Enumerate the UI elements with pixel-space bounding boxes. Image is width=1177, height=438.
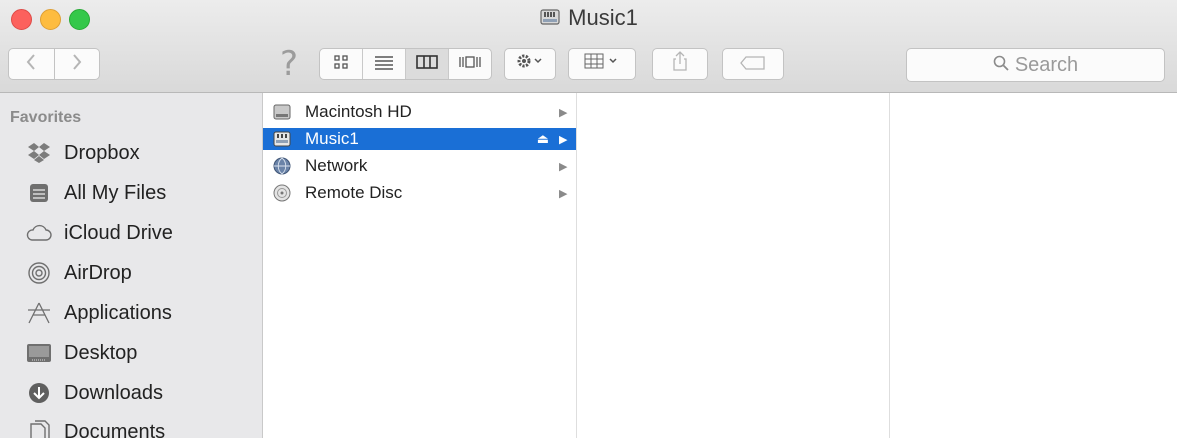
column-view-button[interactable] [405,49,448,79]
all-files-icon [26,180,52,206]
disclosure-arrow-icon: ▶ [559,187,568,200]
sidebar-item-dropbox[interactable]: Dropbox [26,138,140,168]
sidebar-item-documents[interactable]: Documents [26,417,165,438]
external-drive-icon [273,130,291,148]
list-item-label: Macintosh HD [305,102,412,121]
browser-column-3[interactable] [890,93,1177,438]
action-menu-button[interactable] [504,48,556,80]
dropbox-icon [26,140,52,166]
cover-flow-button[interactable] [448,49,491,79]
sidebar: Favorites Dropbox All My Files iCloud Dr… [0,93,263,438]
disc-icon [273,184,291,202]
list-item-label: Music1 [305,129,359,148]
external-drive-icon [539,8,561,34]
chevron-left-icon [25,50,37,78]
sidebar-item-airdrop[interactable]: AirDrop [26,258,132,288]
network-globe-icon [273,157,291,175]
disclosure-arrow-icon: ▶ [559,160,568,173]
column-view-icon [416,54,438,75]
window-title: Music1 [0,5,1177,34]
sidebar-item-label: Dropbox [64,141,140,164]
sidebar-item-label: Documents [64,420,166,438]
arrange-menu-button[interactable] [568,48,636,80]
list-item-label: Network [305,156,368,175]
sidebar-item-applications[interactable]: Applications [26,298,172,328]
sidebar-item-label: iCloud Drive [64,221,173,244]
tag-button[interactable] [722,48,784,80]
eject-icon[interactable]: ⏏ [537,131,549,147]
grid-arrange-icon [582,52,622,76]
airdrop-icon [26,260,52,286]
list-item-remote-disc[interactable]: Remote Disc ▶ [263,182,576,204]
share-icon [672,51,688,77]
desktop-icon [26,340,52,366]
tag-icon [740,53,766,76]
cover-flow-icon [458,54,482,75]
list-item-label: Remote Disc [305,183,403,202]
forward-button[interactable] [54,48,100,80]
sidebar-item-icloud-drive[interactable]: iCloud Drive [26,218,173,248]
back-forward-group [8,48,100,80]
downloads-icon [26,380,52,406]
sidebar-item-label: Desktop [64,341,138,364]
sidebar-item-label: AirDrop [64,261,132,284]
sidebar-item-downloads[interactable]: Downloads [26,378,163,408]
view-mode-group [319,48,492,80]
toolbar: Music1 ? Search [0,0,1177,93]
hard-drive-icon [273,103,291,121]
browser-column-2[interactable] [577,93,890,438]
search-placeholder: Search [1014,53,1079,76]
applications-icon [26,300,52,326]
finder-window: Music1 ? Search Favorites Dropbox All My… [0,0,1177,438]
search-field[interactable]: Search [906,48,1165,82]
chevron-right-icon [71,50,83,78]
list-item-macintosh-hd[interactable]: Macintosh HD ▶ [263,101,576,123]
sidebar-item-all-my-files[interactable]: All My Files [26,178,166,208]
search-icon [993,54,1009,77]
disclosure-arrow-icon: ▶ [559,133,568,146]
sidebar-item-label: Applications [64,301,172,324]
sidebar-section-favorites: Favorites [10,109,82,126]
cloud-icon [26,220,52,246]
list-view-button[interactable] [362,49,405,79]
window-title-text: Music1 [568,5,638,30]
back-button[interactable] [8,48,55,80]
list-item-network[interactable]: Network ▶ [263,155,576,177]
list-item-music1[interactable]: Music1 ⏏ ▶ [263,128,576,150]
icon-view-button[interactable] [320,49,362,79]
documents-icon [26,419,52,438]
gear-icon [515,52,545,76]
help-icon[interactable]: ? [280,44,298,84]
list-view-icon [374,54,394,75]
sidebar-item-desktop[interactable]: Desktop [26,338,137,368]
sidebar-item-label: All My Files [64,181,167,204]
share-button[interactable] [652,48,708,80]
sidebar-item-label: Downloads [64,381,163,404]
disclosure-arrow-icon: ▶ [559,106,568,119]
browser-column-1: Macintosh HD ▶ Music1 ⏏ ▶ Network ▶ Remo… [263,93,577,438]
icon-view-icon [333,54,349,75]
